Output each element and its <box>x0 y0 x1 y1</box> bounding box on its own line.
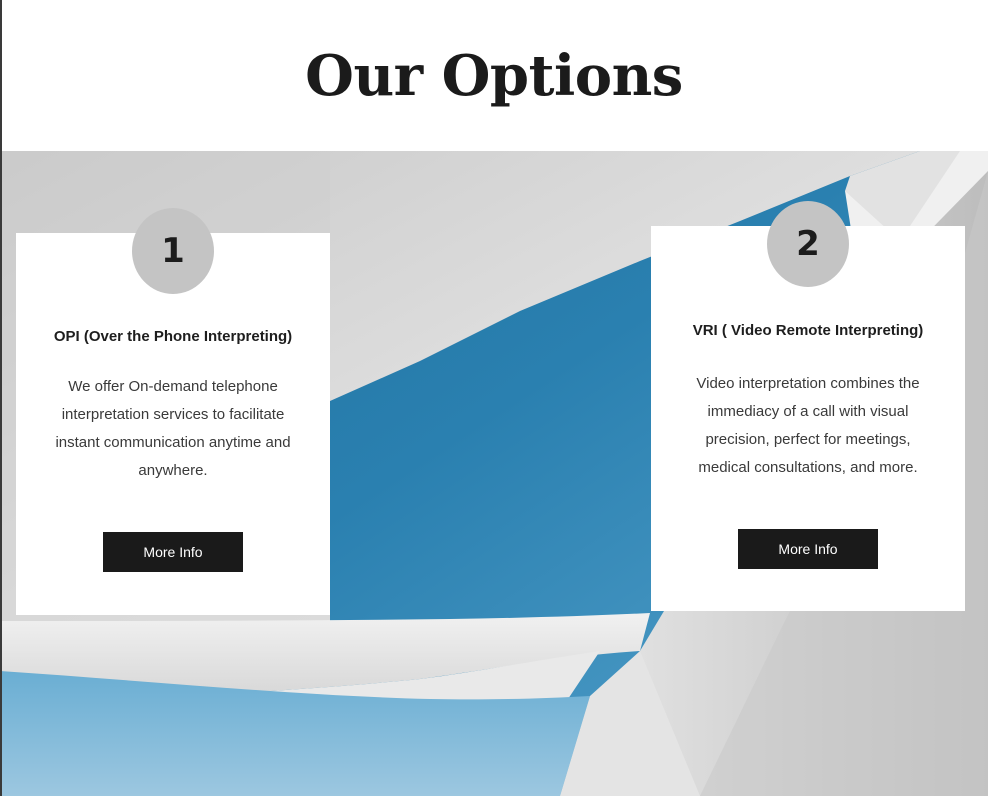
more-info-button[interactable]: More Info <box>103 532 243 572</box>
more-info-button[interactable]: More Info <box>738 529 878 569</box>
page-title: Our Options <box>305 43 683 109</box>
option-title: VRI ( Video Remote Interpreting) <box>692 322 924 339</box>
option-description: We offer On-demand telephone interpretat… <box>55 378 291 479</box>
option-description: Video interpretation combines the immedi… <box>696 375 920 476</box>
option-number-badge: 2 <box>767 201 849 287</box>
option-title: OPI (Over the Phone Interpreting) <box>53 328 293 345</box>
page-left-border <box>0 0 2 796</box>
option-number-badge: 1 <box>132 208 214 294</box>
